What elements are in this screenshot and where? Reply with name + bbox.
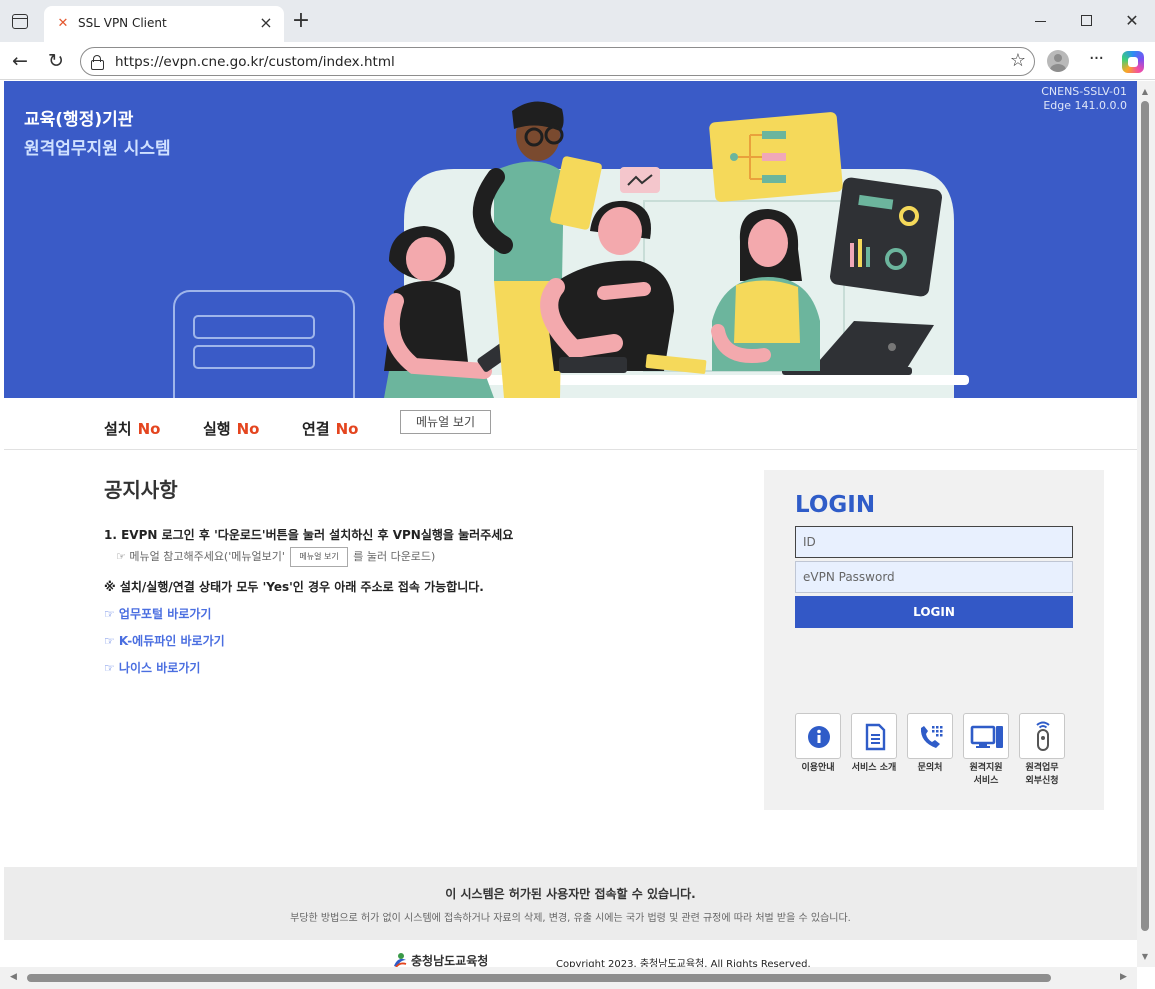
phone-icon[interactable] <box>907 713 953 759</box>
document-icon[interactable] <box>851 713 897 759</box>
login-button[interactable]: LOGIN <box>795 596 1073 628</box>
quick-link-usage-guide[interactable]: 이용안내 <box>794 713 842 775</box>
url-text[interactable]: https://evpn.cne.go.kr/custom/index.html <box>115 53 395 71</box>
copyright-bar: 충청남도교육청 Copyright 2023. 충청남도교육청. All Rig… <box>4 940 1137 967</box>
install-status: 설치 No <box>104 418 160 439</box>
notice-section: 공지사항 1. EVPN 로그인 후 '다운로드'버튼을 눌러 설치하신 후 V… <box>104 474 744 676</box>
password-input[interactable]: eVPN Password <box>795 561 1073 593</box>
connect-status: 연결 No <box>302 418 358 439</box>
quick-link-label: 원격지원 서비스 <box>969 763 1003 786</box>
scroll-up-arrow-icon[interactable]: ▲ <box>1140 87 1150 96</box>
horizontal-scroll-thumb[interactable] <box>27 974 1051 982</box>
quick-link-service-intro[interactable]: 서비스 소개 <box>850 713 898 775</box>
quick-link-contact[interactable]: 문의처 <box>906 713 954 775</box>
neis-link[interactable]: ☞ 나이스 바로가기 <box>104 660 744 676</box>
run-label: 실행 <box>203 420 231 438</box>
back-arrow-icon[interactable]: ← <box>8 50 32 72</box>
window-close-icon[interactable]: ✕ <box>1121 10 1143 32</box>
security-warning-footer: 이 시스템은 허가된 사용자만 접속할 수 있습니다. 부당한 방법으로 허가 … <box>4 867 1137 940</box>
quick-link-label: 이용안내 <box>801 763 835 773</box>
k-edufine-link[interactable]: ☞ K-에듀파인 바로가기 <box>104 633 744 649</box>
org-logo-icon <box>394 953 407 967</box>
scroll-right-arrow-icon[interactable]: ▶ <box>1120 972 1127 982</box>
info-icon[interactable] <box>795 713 841 759</box>
favorite-star-icon[interactable]: ☆ <box>1010 50 1026 72</box>
install-value: No <box>137 420 161 438</box>
warning-title: 이 시스템은 허가된 사용자만 접속할 수 있습니다. <box>445 887 696 901</box>
login-panel: LOGIN ID eVPN Password LOGIN 이용안내 서비스 소개 <box>764 470 1104 810</box>
notice-line-2-suffix: 를 눌러 다운로드) <box>353 550 436 563</box>
connect-label: 연결 <box>302 420 330 438</box>
quick-link-remote-work-request[interactable]: 원격업무 외부신청 <box>1018 713 1066 788</box>
version-code: CNENS-SSLV-01 <box>1041 85 1127 98</box>
vpn-status-bar: 설치 No 실행 No 연결 No 메뉴얼 보기 <box>4 398 1137 450</box>
org-name: 충청남도교육청 <box>411 954 489 967</box>
minimize-icon[interactable] <box>1029 10 1051 32</box>
browser-tab-strip: ✕ SSL VPN Client × + ✕ <box>0 0 1155 42</box>
scroll-left-arrow-icon[interactable]: ◀ <box>10 972 17 982</box>
vertical-scroll-thumb[interactable] <box>1141 101 1149 931</box>
new-tab-icon[interactable]: + <box>290 10 312 32</box>
tab-title: SSL VPN Client <box>78 16 167 30</box>
notice-line-2: ☞ 메뉴얼 참고해주세요('메뉴얼보기' 메뉴얼 보기 를 눌러 다운로드) <box>116 547 744 567</box>
lock-icon[interactable] <box>91 55 104 70</box>
browser-tab[interactable]: ✕ SSL VPN Client × <box>44 6 284 42</box>
run-status: 실행 No <box>203 418 259 439</box>
manual-view-button[interactable]: 메뉴얼 보기 <box>400 410 491 434</box>
version-info: CNENS-SSLV-01 Edge 141.0.0.0 <box>1041 85 1127 113</box>
computer-icon[interactable] <box>963 713 1009 759</box>
quick-link-remote-support[interactable]: 원격지원 서비스 <box>962 713 1010 788</box>
connect-value: No <box>335 420 359 438</box>
install-label: 설치 <box>104 420 132 438</box>
vertical-scrollbar[interactable]: ▲ ▼ <box>1137 81 1155 967</box>
login-title: LOGIN <box>795 492 876 518</box>
scroll-down-arrow-icon[interactable]: ▼ <box>1140 952 1150 961</box>
work-portal-link[interactable]: ☞ 업무포털 바로가기 <box>104 606 744 622</box>
inline-manual-button[interactable]: 메뉴얼 보기 <box>290 547 348 567</box>
address-toolbar: ← ↻ https://evpn.cne.go.kr/custom/index.… <box>0 42 1155 80</box>
reload-icon[interactable]: ↻ <box>44 50 68 72</box>
banner-title-line1: 교육(행정)기관 <box>24 110 134 130</box>
tab-close-icon[interactable]: × <box>256 13 276 33</box>
notice-line-1: 1. EVPN 로그인 후 '다운로드'버튼을 눌러 설치하신 후 VPN실행을… <box>104 528 514 542</box>
profile-avatar-icon[interactable] <box>1047 50 1069 72</box>
warning-text: 부당한 방법으로 허가 없이 시스템에 접속하거나 자료의 삭제, 변경, 유출… <box>290 913 851 924</box>
copyright-text: Copyright 2023. 충청남도교육청. All Rights Rese… <box>556 959 811 967</box>
copilot-icon[interactable] <box>1122 51 1144 73</box>
horizontal-scrollbar[interactable]: ◀ ▶ <box>0 967 1137 989</box>
notice-line-2-prefix: ☞ 메뉴얼 참고해주세요('메뉴얼보기' <box>116 550 285 563</box>
team-work-illustration <box>173 101 969 398</box>
hero-banner: 교육(행정)기관 원격업무지원 시스템 CNENS-SSLV-01 Edge 1… <box>4 81 1137 398</box>
page-viewport: 교육(행정)기관 원격업무지원 시스템 CNENS-SSLV-01 Edge 1… <box>4 81 1137 967</box>
tab-actions-icon[interactable] <box>12 14 28 29</box>
banner-title-line2: 원격업무지원 시스템 <box>24 139 171 159</box>
address-bar[interactable]: https://evpn.cne.go.kr/custom/index.html… <box>80 47 1035 76</box>
site-favicon-icon: ✕ <box>57 16 69 31</box>
org-logo: 충청남도교육청 <box>392 952 488 967</box>
notice-title: 공지사항 <box>104 478 178 502</box>
maximize-icon[interactable] <box>1075 10 1097 32</box>
quick-link-label: 문의처 <box>917 763 943 773</box>
remote-icon[interactable] <box>1019 713 1065 759</box>
notice-line-3: ※ 설치/실행/연결 상태가 모두 'Yes'인 경우 아래 주소로 접속 가능… <box>104 580 484 594</box>
more-menu-icon[interactable]: ··· <box>1085 50 1107 72</box>
quick-link-label: 원격업무 외부신청 <box>1025 763 1059 786</box>
quick-link-label: 서비스 소개 <box>851 763 897 773</box>
run-value: No <box>236 420 260 438</box>
id-input[interactable]: ID <box>795 526 1073 558</box>
browser-version: Edge 141.0.0.0 <box>1043 99 1127 112</box>
